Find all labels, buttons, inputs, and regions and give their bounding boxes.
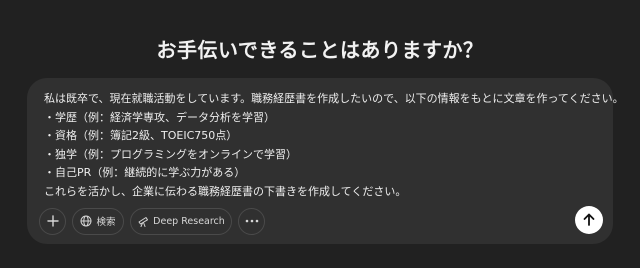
prompt-line: ・自己PR（例：継続的に学ぶ力がある）: [44, 166, 246, 179]
search-label: 検索: [96, 217, 116, 228]
prompt-line: 私は既卒で、現在就職活動をしています。職務経歴書を作成したいので、以下の情報をも…: [44, 92, 624, 105]
arrow-up-icon: [583, 211, 595, 230]
ellipsis-icon: [245, 219, 259, 223]
globe-icon: [80, 215, 92, 227]
deep-research-button[interactable]: Deep Research: [130, 207, 232, 235]
telescope-icon: [137, 215, 149, 227]
prompt-line: ・学歴（例：経済学専攻、データ分析を学習）: [44, 110, 275, 124]
prompt-line: ・資格（例：簿記2級、TOEIC750点）: [44, 129, 238, 142]
more-tools-button[interactable]: [238, 207, 265, 235]
add-attachment-button[interactable]: [39, 207, 66, 235]
send-button[interactable]: [575, 206, 603, 234]
page-heading: お手伝いできることはありますか？: [156, 38, 484, 62]
search-button[interactable]: 検索: [72, 207, 124, 235]
message-composer[interactable]: 私は既卒で、現在就職活動をしています。職務経歴書を作成したいので、以下の情報をも…: [27, 78, 624, 244]
plus-icon: [46, 215, 59, 227]
prompt-line: これらを活かし、企業に伝わる職務経歴書の下書きを作成してください。: [44, 184, 407, 198]
composer-toolbar: 検索 Deep Research: [39, 207, 271, 235]
prompt-input[interactable]: 私は既卒で、現在就職活動をしています。職務経歴書を作成したいので、以下の情報をも…: [44, 90, 624, 201]
deep-research-label: Deep Research: [153, 215, 225, 227]
prompt-line: ・独学（例：プログラミングをオンラインで学習）: [44, 147, 297, 161]
